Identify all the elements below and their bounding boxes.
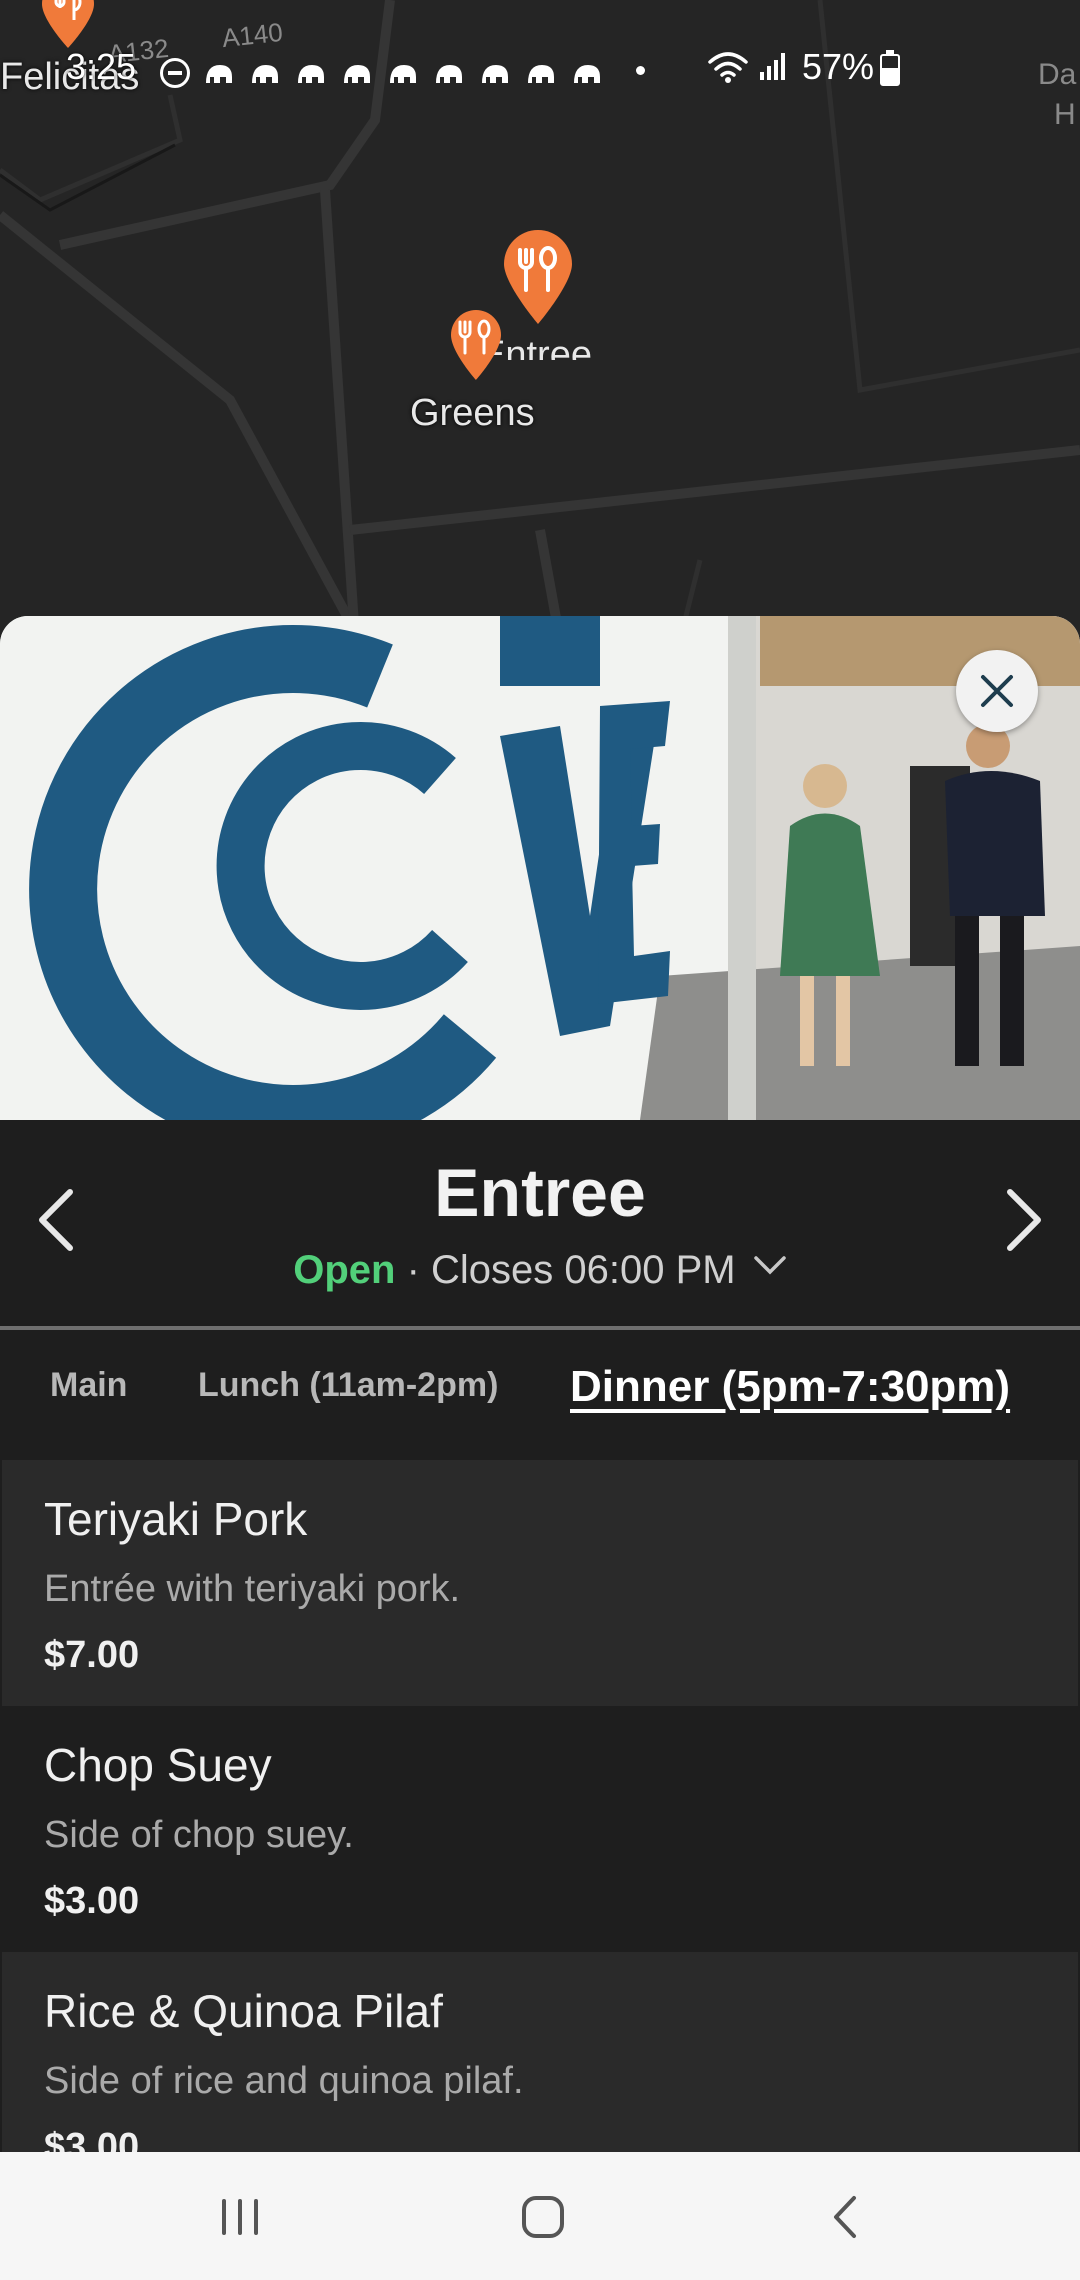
menu-item-price: $3.00 xyxy=(44,1880,140,1922)
menu-item[interactable]: Rice & Quinoa Pilaf Side of rice and qui… xyxy=(2,1952,1078,2152)
menu-item-name: Rice & Quinoa Pilaf xyxy=(44,1985,443,2037)
tab-dinner[interactable]: Dinner (5pm-7:30pm) xyxy=(570,1362,1010,1412)
menu-item-price: $7.00 xyxy=(44,1634,140,1676)
more-notifications-icon xyxy=(636,66,645,75)
recent-apps-button[interactable] xyxy=(195,2182,285,2252)
tab-main[interactable]: Main xyxy=(50,1366,127,1405)
menu-item-description: Side of rice and quinoa pilaf. xyxy=(44,2060,524,2102)
status-bar: 3:25 57% xyxy=(0,36,1080,100)
back-icon xyxy=(834,2196,856,2238)
menu-item[interactable]: Teriyaki Pork Entrée with teriyaki pork.… xyxy=(2,1460,1078,1706)
notification-icon xyxy=(386,54,418,83)
menu-item-price: $3.00 xyxy=(44,2126,140,2152)
back-button[interactable] xyxy=(800,2182,890,2252)
menu-item-name: Teriyaki Pork xyxy=(44,1493,308,1545)
location-title: Entree xyxy=(434,1155,646,1231)
menu-item-description: Entrée with teriyaki pork. xyxy=(44,1568,461,1610)
notification-icon xyxy=(478,54,510,83)
menu-list[interactable]: Teriyaki Pork Entrée with teriyaki pork.… xyxy=(0,1460,1080,2152)
notification-icon xyxy=(248,54,280,83)
notification-icon xyxy=(294,54,326,83)
system-navigation-bar xyxy=(0,2152,1080,2280)
hours-dropdown[interactable]: Open · Closes 06:00 PM xyxy=(0,1248,1080,1293)
tab-lunch[interactable]: Lunch (11am-2pm) xyxy=(198,1366,498,1405)
menu-tabs: Main Lunch (11am-2pm) Dinner (5pm-7:30pm… xyxy=(0,1330,1080,1460)
notification-icon xyxy=(340,54,372,83)
map-place-label: H xyxy=(1054,98,1076,131)
recent-apps-icon xyxy=(222,2199,258,2235)
location-header: Entree Open · Closes 06:00 PM xyxy=(0,1120,1080,1330)
closing-time: · Closes 06:00 PM xyxy=(406,1248,736,1292)
home-button[interactable] xyxy=(498,2182,588,2252)
chevron-down-icon xyxy=(754,1256,786,1275)
notification-icon xyxy=(570,54,602,83)
notification-icon xyxy=(202,54,234,83)
signal-icon xyxy=(760,53,785,80)
menu-item[interactable]: Chop Suey Side of chop suey. $3.00 xyxy=(2,1706,1078,1952)
notification-icon xyxy=(432,54,464,83)
close-button[interactable] xyxy=(956,650,1038,732)
status-time: 3:25 xyxy=(66,46,137,87)
open-status: Open xyxy=(293,1248,396,1292)
close-icon xyxy=(981,675,1013,707)
location-photo xyxy=(0,616,1080,1120)
menu-item-description: Side of chop suey. xyxy=(44,1814,354,1856)
restaurant-pin-icon[interactable] xyxy=(500,228,576,326)
notification-icons xyxy=(202,54,602,83)
map-place-greens[interactable]: Greens xyxy=(410,392,535,435)
do-not-disturb-icon xyxy=(160,58,190,88)
battery-icon xyxy=(880,50,900,86)
notification-icon xyxy=(524,54,556,83)
restaurant-pin-icon[interactable] xyxy=(448,308,504,382)
chevron-right-icon xyxy=(1007,1189,1041,1251)
wifi-icon xyxy=(708,52,748,83)
battery-percent: 57% xyxy=(802,46,875,87)
next-location-button[interactable] xyxy=(984,1180,1064,1260)
home-icon xyxy=(522,2196,564,2238)
hero-photo-art xyxy=(0,616,1080,1120)
menu-item-name: Chop Suey xyxy=(44,1739,272,1791)
